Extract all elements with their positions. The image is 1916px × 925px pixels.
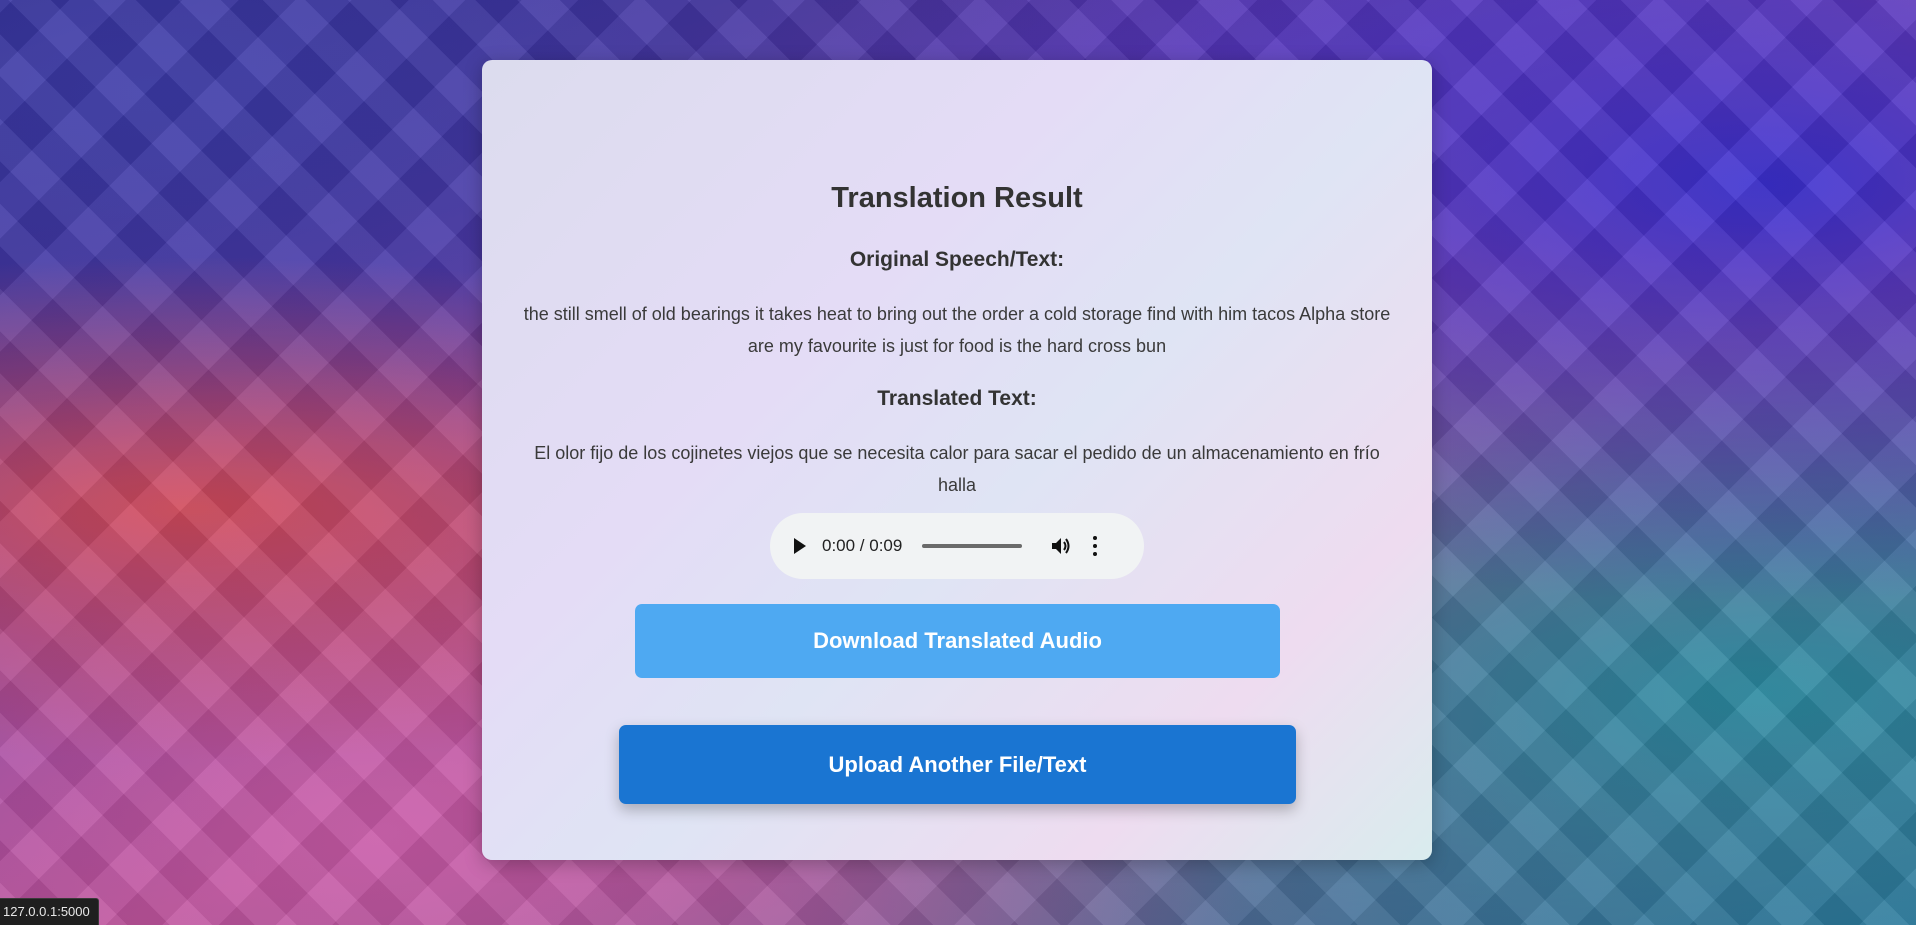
audio-player[interactable]: 0:00 / 0:09 xyxy=(770,513,1144,579)
translated-heading: Translated Text: xyxy=(877,387,1037,410)
more-options-icon[interactable] xyxy=(1092,536,1098,556)
download-audio-button[interactable]: Download Translated Audio xyxy=(635,604,1280,678)
translated-text: El olor fijo de los cojinetes viejos que… xyxy=(534,443,1380,495)
page-title: Translation Result xyxy=(831,182,1083,214)
play-icon[interactable] xyxy=(794,538,806,554)
upload-another-button[interactable]: Upload Another File/Text xyxy=(619,725,1296,804)
status-bar-url: 127.0.0.1:5000 xyxy=(0,898,99,925)
result-card: Translation Result Original Speech/Text:… xyxy=(482,60,1432,860)
audio-progress-slider[interactable] xyxy=(922,544,1023,548)
original-heading: Original Speech/Text: xyxy=(849,248,1065,271)
original-text: the still smell of old bearings it takes… xyxy=(523,304,1391,356)
volume-icon[interactable] xyxy=(1050,536,1072,556)
audio-time: 0:00 / 0:09 xyxy=(822,536,903,555)
